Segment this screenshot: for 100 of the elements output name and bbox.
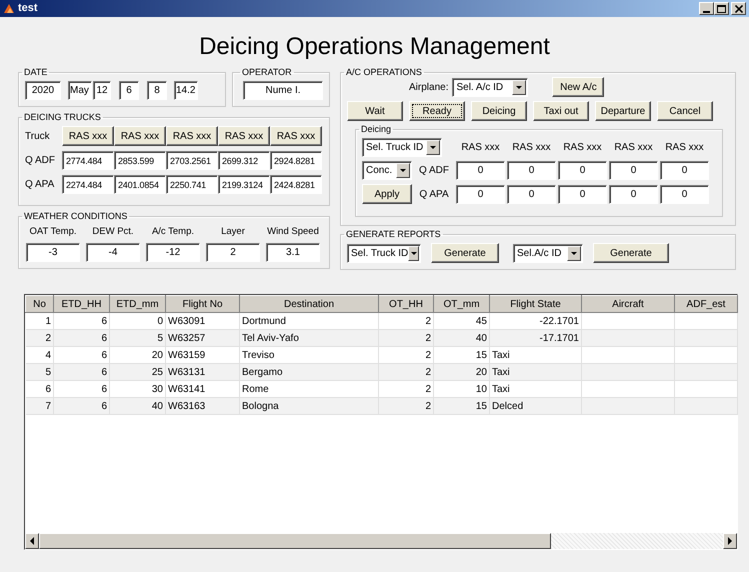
group-label: GENERATE REPORTS (345, 230, 442, 240)
input-field[interactable]: 2699.312 (218, 151, 270, 170)
column-header[interactable]: ETD_HH (54, 296, 110, 313)
input-field[interactable]: 0 (558, 184, 607, 204)
input-field[interactable]: 0 (609, 161, 658, 180)
input-field[interactable]: 0 (507, 161, 556, 180)
input-field[interactable]: 0 (558, 161, 607, 180)
input-field[interactable]: Nume I. (243, 81, 323, 100)
truck-button[interactable]: RAS xxx (114, 126, 166, 146)
row-label: Q APA (25, 178, 56, 192)
state-button[interactable]: Departure (595, 101, 651, 122)
dropdown-field[interactable]: Sel. Truck ID (362, 138, 442, 158)
caret-icon (410, 252, 417, 255)
minimize-button[interactable] (699, 2, 714, 15)
input-field[interactable]: 2774.484 (62, 151, 114, 170)
truck-button[interactable]: RAS xxx (218, 126, 270, 146)
input-field[interactable]: 2250.741 (166, 175, 218, 194)
input-field[interactable]: 6 (119, 81, 139, 100)
column-header[interactable]: OT_HH (378, 296, 434, 313)
table-cell: 2 (26, 330, 54, 347)
row-label: Q APA (418, 188, 450, 202)
column-header[interactable]: ETD_mm (110, 296, 166, 313)
state-button[interactable]: Taxi out (533, 101, 589, 122)
column-label: RAS xxx (511, 141, 552, 156)
table-cell: 15 (434, 398, 490, 415)
input-field[interactable]: -3 (26, 242, 80, 262)
scroll-left-button[interactable] (25, 533, 39, 550)
input-field[interactable]: 0 (660, 184, 709, 204)
column-label: RAS xxx (562, 141, 603, 156)
input-field[interactable]: 2424.8281 (270, 175, 322, 194)
dropdown-field[interactable]: Conc. (362, 161, 412, 180)
group-label: OPERATOR (241, 68, 293, 78)
dropdown-field[interactable]: Sel. A/c ID (452, 78, 528, 97)
table-cell: 6 (54, 330, 110, 347)
truck-button[interactable]: RAS xxx (166, 126, 218, 146)
input-field[interactable]: 2199.3124 (218, 175, 270, 194)
truck-button[interactable]: RAS xxx (270, 126, 322, 146)
table-cell: 20 (434, 364, 490, 381)
window-title: test (18, 1, 38, 16)
generate-button[interactable]: Generate (431, 243, 499, 264)
dropdown-field[interactable]: Sel. Truck ID (347, 244, 421, 263)
field-label: Wind Speed (267, 225, 319, 240)
input-field[interactable]: 2853.599 (114, 151, 166, 170)
input-field[interactable]: 2703.2561 (166, 151, 218, 170)
group-label: Deicing (360, 125, 392, 134)
state-button[interactable]: Wait (347, 101, 403, 122)
column-header[interactable]: Destination (240, 296, 378, 313)
input-field[interactable]: 2 (206, 242, 260, 262)
table-cell: 40 (110, 398, 166, 415)
caret-icon (571, 252, 577, 255)
generate-button[interactable]: Generate (593, 243, 669, 264)
column-header[interactable]: Flight No (166, 296, 240, 313)
input-field[interactable]: 8 (147, 81, 167, 100)
row-label: Q ADF (418, 164, 450, 178)
column-header[interactable]: Aircraft (582, 296, 674, 313)
scroll-right-button[interactable] (723, 533, 737, 550)
close-icon (734, 4, 742, 12)
field-label: Layer (221, 225, 245, 240)
close-button[interactable] (731, 2, 746, 15)
input-field[interactable]: 2274.484 (62, 175, 114, 194)
input-field[interactable]: -12 (146, 242, 200, 262)
table-cell: Taxi (490, 364, 582, 381)
input-field[interactable]: 0 (456, 184, 505, 204)
input-field[interactable]: May (68, 81, 92, 100)
table-cell: Delced (490, 398, 582, 415)
caret-icon (516, 86, 522, 89)
caret-icon (430, 146, 436, 150)
column-header[interactable]: OT_mm (434, 296, 490, 313)
input-field[interactable]: 0 (456, 161, 505, 180)
state-button[interactable]: Ready (409, 101, 465, 122)
input-field[interactable]: 3.1 (266, 242, 320, 262)
maximize-button[interactable] (714, 2, 729, 15)
horizontal-scrollbar[interactable] (25, 533, 737, 550)
table-cell: 7 (26, 398, 54, 415)
column-header[interactable]: Flight State (490, 296, 582, 313)
table-cell: 25 (110, 364, 166, 381)
input-field[interactable]: 12 (93, 81, 111, 100)
input-field[interactable]: 0 (660, 161, 709, 180)
new-aircraft-button[interactable]: New A/c (552, 77, 604, 98)
input-field[interactable]: 0 (609, 184, 658, 204)
caret-icon (400, 169, 406, 172)
input-field[interactable]: 2020 (25, 81, 61, 100)
apply-button[interactable]: Apply (362, 184, 412, 204)
input-field[interactable]: 2924.8281 (270, 151, 322, 170)
column-label: RAS xxx (460, 141, 501, 156)
state-button[interactable]: Deicing (471, 101, 527, 122)
field-label: DEW Pct. (92, 225, 134, 240)
group-label: DATE (23, 68, 48, 78)
input-field[interactable]: -4 (86, 242, 140, 262)
scrollbar-thumb[interactable] (39, 533, 551, 550)
input-field[interactable]: 0 (507, 184, 556, 204)
input-field[interactable]: 2401.0854 (114, 175, 166, 194)
input-field[interactable]: 14.2 (174, 81, 198, 100)
field-label: OAT Temp. (30, 225, 76, 240)
state-button[interactable]: Cancel (657, 101, 713, 122)
dropdown-field[interactable]: Sel.A/c ID (513, 244, 583, 263)
truck-button[interactable]: RAS xxx (62, 126, 114, 146)
column-header[interactable]: No (26, 296, 54, 313)
column-label: RAS xxx (664, 141, 705, 156)
column-header[interactable]: ADF_est (674, 296, 738, 313)
